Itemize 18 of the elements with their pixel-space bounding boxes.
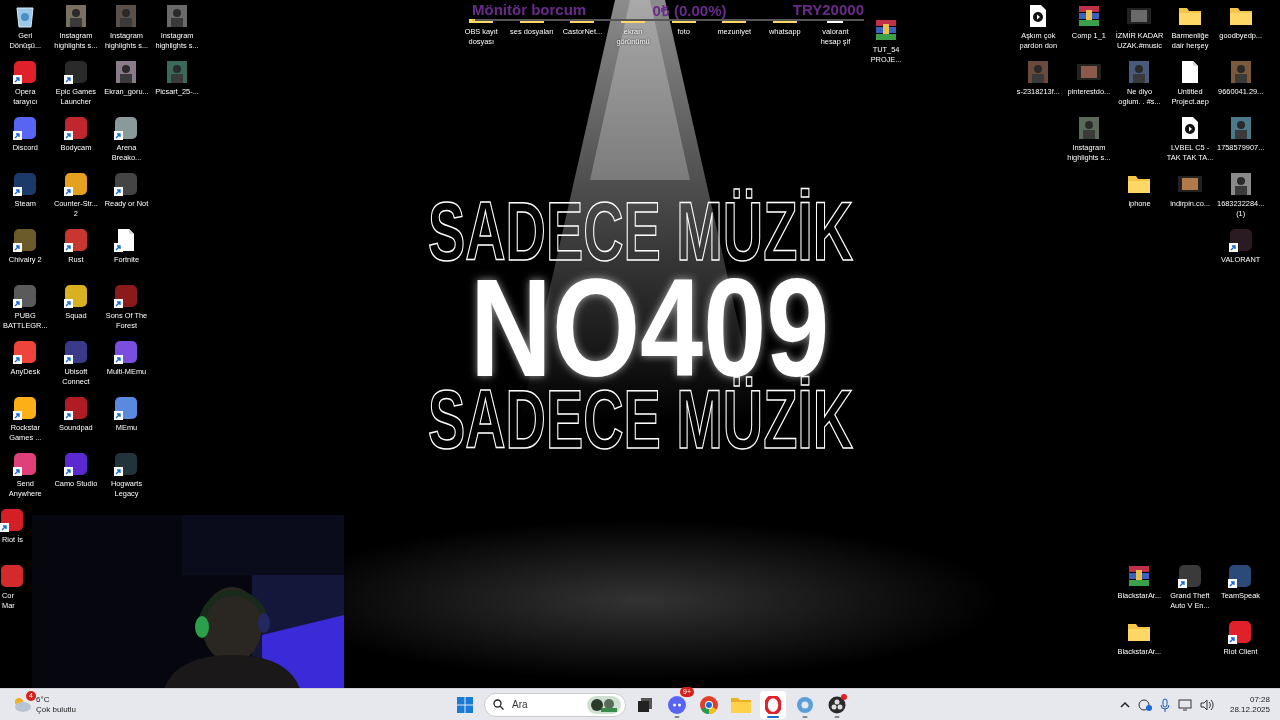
- search-icon: [493, 699, 504, 710]
- network-icon[interactable]: [1137, 698, 1152, 711]
- weather-description: Çok bulutlu: [36, 704, 77, 715]
- speaker-icon[interactable]: [1199, 698, 1214, 711]
- task-view-icon: [638, 697, 652, 712]
- search-field[interactable]: Ara: [510, 698, 581, 711]
- clock-date[interactable]: 28.12.2025: [1229, 704, 1270, 715]
- monitor-icon[interactable]: [1177, 698, 1192, 711]
- temperature: 6°C: [36, 694, 51, 705]
- microphone-icon[interactable]: [1159, 697, 1170, 712]
- folder-icon: [731, 696, 751, 713]
- clock-time[interactable]: 07:28: [1249, 694, 1270, 705]
- search-bar[interactable]: Ara: [484, 692, 626, 717]
- chevron-up-icon[interactable]: [1119, 701, 1130, 708]
- chrome-icon: [700, 695, 718, 714]
- windows-logo-icon: [457, 696, 473, 713]
- discord-icon: [668, 695, 686, 714]
- opera-icon: [765, 695, 781, 714]
